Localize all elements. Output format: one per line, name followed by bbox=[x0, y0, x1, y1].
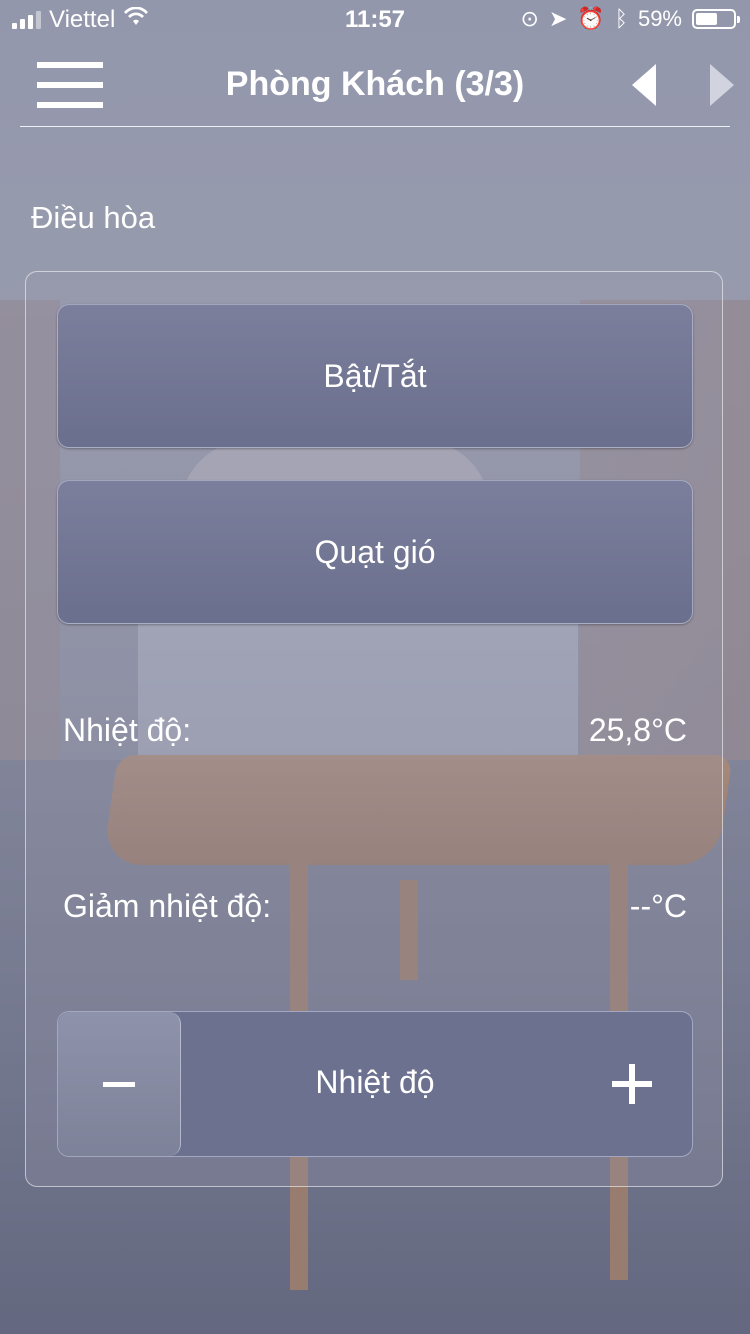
alarm-icon: ⏰ bbox=[577, 6, 605, 31]
increase-button[interactable] bbox=[612, 1064, 652, 1104]
status-bar: Viettel 11:57 ⊙ ➤ ⏰ ᛒ 59% bbox=[0, 0, 750, 40]
setpoint-value: --°C bbox=[629, 888, 687, 924]
bluetooth-icon: ᛒ bbox=[614, 6, 628, 31]
power-toggle-button[interactable]: Bật/Tắt bbox=[57, 304, 693, 448]
temperature-label: Nhiệt độ: bbox=[63, 712, 192, 748]
setpoint-row: Giảm nhiệt độ: --°C bbox=[63, 888, 687, 925]
temperature-stepper: Nhiệt độ bbox=[57, 1011, 693, 1157]
header: Phòng Khách (3/3) bbox=[20, 48, 734, 127]
rotation-lock-icon: ⊙ bbox=[520, 6, 539, 31]
page-title: Phòng Khách (3/3) bbox=[225, 65, 525, 103]
previous-arrow-icon[interactable] bbox=[632, 64, 656, 106]
location-icon: ➤ bbox=[548, 6, 568, 31]
setpoint-label: Giảm nhiệt độ: bbox=[63, 888, 272, 924]
fan-button[interactable]: Quạt gió bbox=[57, 480, 693, 624]
temperature-row: Nhiệt độ: 25,8°C bbox=[63, 712, 687, 749]
stepper-label: Nhiệt độ bbox=[315, 1064, 435, 1100]
battery-icon bbox=[692, 9, 740, 29]
temperature-value: 25,8°C bbox=[588, 712, 687, 748]
section-label: Điều hòa bbox=[31, 200, 156, 235]
battery-percent: 59% bbox=[637, 6, 682, 31]
next-arrow-icon[interactable] bbox=[710, 64, 734, 106]
